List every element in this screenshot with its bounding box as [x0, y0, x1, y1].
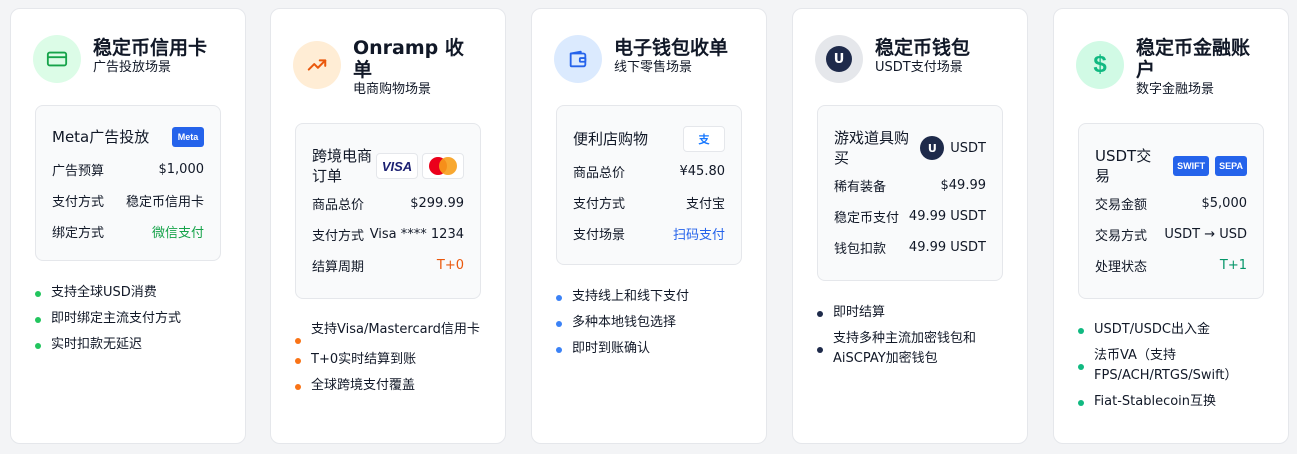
example-panel: Meta广告投放 Meta 广告预算 $1,000 支付方式 稳定币信用卡 绑定方式… — [35, 105, 221, 261]
feature-list: 支持Visa/Mastercard信用卡 T+0实时结算到账 全球跨境支付覆盖 — [295, 320, 483, 402]
visa-logo-icon: VISA — [376, 153, 418, 179]
list-item: 多种本地钱包选择 — [556, 313, 752, 333]
sepa-badge: SEPA — [1215, 156, 1247, 176]
card-header: 电子钱包收单 线下零售场景 — [554, 35, 752, 83]
list-item: 实时扣款无延迟 — [35, 335, 231, 355]
detail-row: 商品总价 $299.99 — [312, 196, 464, 213]
dollar-icon: $ — [1076, 41, 1124, 89]
card-header: $ 稳定币金融账户 数字金融场景 — [1076, 35, 1274, 99]
example-title: 便利店购物 — [573, 130, 649, 148]
list-item: 即时结算 — [817, 303, 1005, 323]
example-title: 跨境电商订单 — [312, 147, 373, 185]
detail-row: 支付方式 稳定币信用卡 — [52, 195, 204, 210]
list-item: 法币VA（支持FPS/ACH/RTGS/Swift） — [1078, 346, 1266, 386]
usdt-coin-icon: U — [815, 35, 863, 83]
card-subtitle: 线下零售场景 — [614, 60, 693, 75]
example-panel: USDT交易 SWIFT SEPA 交易金额 $5,000 交易方式 USDT → … — [1078, 123, 1264, 299]
wallet-icon — [554, 35, 602, 83]
card-title: 稳定币金融账户 — [1136, 37, 1251, 81]
example-panel: 跨境电商订单 VISA 商品总价 $299.99 支付方式 Visa **** 12… — [295, 123, 481, 299]
list-item: 即时绑定主流支付方式 — [35, 309, 231, 329]
detail-row: 交易金额 $5,000 — [1095, 196, 1247, 213]
detail-row: 结算周期 T+0 — [312, 258, 464, 275]
usdt-badge: U USDT — [920, 136, 986, 160]
list-item: Fiat-Stablecoin互换 — [1078, 392, 1266, 412]
feature-list: USDT/USDC出入金 法币VA（支持FPS/ACH/RTGS/Swift） … — [1078, 320, 1266, 418]
detail-row: 支付方式 支付宝 — [573, 197, 725, 212]
list-item: 支持线上和线下支付 — [556, 287, 752, 307]
credit-card-icon — [33, 35, 81, 83]
card-header: 稳定币信用卡 广告投放场景 — [33, 35, 231, 83]
feature-list: 支持全球USD消费 即时绑定主流支付方式 实时扣款无延迟 — [35, 283, 231, 361]
detail-row: 稀有装备 $49.99 — [834, 178, 986, 195]
example-title: Meta广告投放 — [52, 128, 150, 146]
detail-row: 交易方式 USDT → USD — [1095, 227, 1247, 244]
example-panel: 便利店购物 支 商品总价 ¥45.80 支付方式 支付宝 支付场景 扫码支付 — [556, 105, 742, 265]
card-title: 稳定币信用卡 — [93, 37, 208, 59]
card-subtitle: USDT支付场景 — [875, 60, 963, 75]
list-item: USDT/USDC出入金 — [1078, 320, 1266, 340]
usdt-coin-icon: U — [920, 136, 945, 160]
card-header: Onramp 收单 电商购物场景 — [293, 35, 491, 99]
card-title: Onramp 收单 — [353, 37, 464, 81]
detail-row: 商品总价 ¥45.80 — [573, 164, 725, 181]
card-stablecoin-finance-account: $ 稳定币金融账户 数字金融场景 USDT交易 SWIFT SEPA 交易金额 $… — [1053, 8, 1289, 444]
trending-up-icon — [293, 41, 341, 89]
card-header: U 稳定币钱包 USDT支付场景 — [815, 35, 1013, 83]
detail-row: 稳定币支付 49.99 USDT — [834, 209, 986, 226]
list-item: 支持多种主流加密钱包和AiSCPAY加密钱包 — [817, 329, 1005, 369]
card-ewallet: 电子钱包收单 线下零售场景 便利店购物 支 商品总价 ¥45.80 支付方式 支付宝… — [531, 8, 767, 444]
card-subtitle: 广告投放场景 — [93, 60, 172, 75]
example-title: 游戏道具购买 — [834, 129, 910, 167]
example-panel: 游戏道具购买 U USDT 稀有装备 $49.99 稳定币支付 49.99 USDT… — [817, 105, 1003, 281]
detail-row: 钱包扣款 49.99 USDT — [834, 240, 986, 257]
feature-list: 即时结算 支持多种主流加密钱包和AiSCPAY加密钱包 — [817, 303, 1005, 375]
card-title: 稳定币钱包 — [875, 37, 971, 59]
detail-row: 支付方式 Visa **** 1234 — [312, 227, 464, 244]
card-subtitle: 电商购物场景 — [353, 82, 432, 97]
alipay-logo-icon: 支 — [683, 126, 725, 152]
card-onramp: Onramp 收单 电商购物场景 跨境电商订单 VISA 商品总价 $299.99… — [270, 8, 506, 444]
card-title: 电子钱包收单 — [614, 37, 729, 59]
list-item: 支持全球USD消费 — [35, 283, 231, 303]
list-item: 即时到账确认 — [556, 339, 752, 359]
card-stablecoin-wallet: U 稳定币钱包 USDT支付场景 游戏道具购买 U USDT 稀有装备 $49.9… — [792, 8, 1028, 444]
detail-row: 支付场景 扫码支付 — [573, 228, 725, 243]
meta-badge: Meta — [172, 127, 204, 147]
detail-row: 广告预算 $1,000 — [52, 162, 204, 179]
swift-badge: SWIFT — [1173, 156, 1210, 176]
detail-row: 绑定方式 微信支付 — [52, 226, 204, 241]
example-title: USDT交易 — [1095, 147, 1152, 185]
feature-list: 支持线上和线下支付 多种本地钱包选择 即时到账确认 — [556, 287, 752, 365]
list-item: 支持Visa/Mastercard信用卡 — [295, 320, 483, 344]
list-item: T+0实时结算到账 — [295, 350, 483, 370]
card-subtitle: 数字金融场景 — [1136, 82, 1215, 97]
mastercard-logo-icon — [422, 153, 464, 179]
detail-row: 处理状态 T+1 — [1095, 258, 1247, 275]
card-stablecoin-credit-card: 稳定币信用卡 广告投放场景 Meta广告投放 Meta 广告预算 $1,000 支… — [10, 8, 246, 444]
list-item: 全球跨境支付覆盖 — [295, 376, 483, 396]
